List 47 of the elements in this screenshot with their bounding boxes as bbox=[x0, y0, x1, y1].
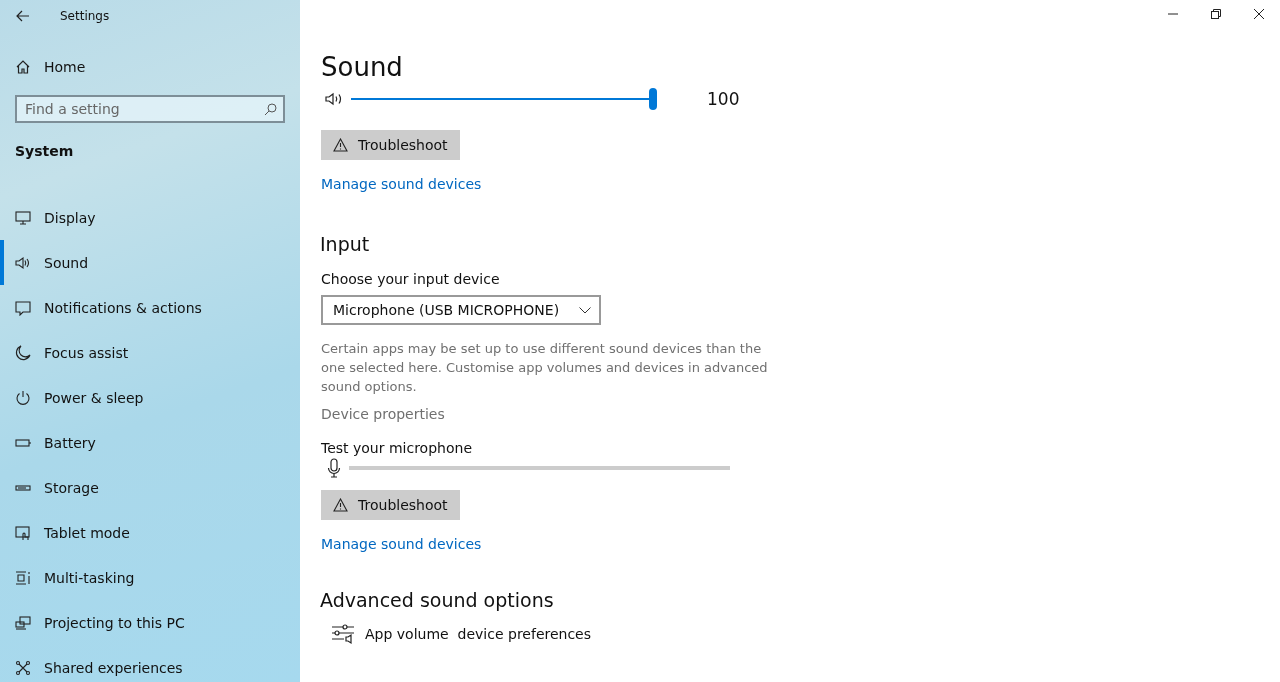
manage-devices-link[interactable]: Manage sound devices bbox=[321, 536, 482, 552]
speaker-icon bbox=[15, 254, 31, 271]
home-link[interactable]: Home bbox=[0, 47, 300, 87]
troubleshoot-button[interactable]: Troubleshoot bbox=[321, 130, 460, 160]
moon-icon bbox=[15, 344, 31, 361]
warning-icon bbox=[333, 138, 348, 152]
projector-icon bbox=[15, 614, 31, 631]
sidebar-item[interactable]: Multi-tasking bbox=[0, 555, 300, 600]
microphone-icon bbox=[327, 458, 341, 478]
section-heading: Advanced sound options bbox=[320, 589, 555, 611]
speech-bubble-icon bbox=[15, 299, 31, 316]
window-title: Settings bbox=[60, 9, 110, 23]
search-icon bbox=[264, 103, 277, 116]
sliders-icon bbox=[331, 623, 355, 645]
device-properties-link[interactable]: Device properties bbox=[321, 406, 761, 422]
manage-devices-link[interactable]: Manage sound devices bbox=[321, 176, 482, 192]
field-label: Choose your input device bbox=[321, 271, 501, 287]
volume-value: 100 bbox=[707, 89, 740, 109]
chevron-down-icon bbox=[579, 306, 591, 314]
sidebar-item[interactable]: Power & sleep bbox=[0, 375, 300, 420]
sidebar-item[interactable]: Tablet mode bbox=[0, 510, 300, 555]
input-device-dropdown[interactable]: Microphone (USB MICROPHONE) bbox=[321, 295, 601, 325]
power-icon bbox=[15, 389, 31, 406]
description-text: Certain apps may be set up to use different sound devices than the one selected here. Customise app volumes and devices in advanced sound options. bbox=[321, 340, 769, 396]
section-heading: Input bbox=[320, 233, 371, 255]
home-icon bbox=[15, 59, 31, 75]
monitor-icon bbox=[15, 209, 31, 226]
sidebar-item[interactable]: Storage bbox=[0, 465, 300, 510]
close-icon[interactable] bbox=[1254, 9, 1264, 19]
search-field[interactable]: Find a setting bbox=[15, 95, 285, 123]
app-volume-link[interactable]: App volume device preferences bbox=[321, 623, 761, 645]
field-label: Test your microphone bbox=[321, 440, 473, 456]
multitasking-icon bbox=[15, 569, 31, 586]
troubleshoot-button[interactable]: Troubleshoot bbox=[321, 490, 460, 520]
sidebar-item[interactable]: Projecting to this PC bbox=[0, 600, 300, 645]
sidebar-item[interactable]: Focus assist bbox=[0, 330, 300, 375]
share-icon bbox=[15, 659, 31, 676]
page-title: Sound bbox=[321, 51, 404, 84]
sidebar-item[interactable]: Display bbox=[0, 195, 300, 240]
warning-icon bbox=[333, 498, 348, 512]
tablet-icon bbox=[15, 524, 31, 541]
back-arrow-icon[interactable] bbox=[16, 10, 30, 22]
restore-icon[interactable] bbox=[1211, 9, 1221, 19]
sidebar-item[interactable]: Shared experiences bbox=[0, 645, 300, 682]
sidebar-item[interactable]: Notifications & actions bbox=[0, 285, 300, 330]
section-heading: System bbox=[14, 142, 75, 161]
sidebar-item[interactable]: Battery bbox=[0, 420, 300, 465]
